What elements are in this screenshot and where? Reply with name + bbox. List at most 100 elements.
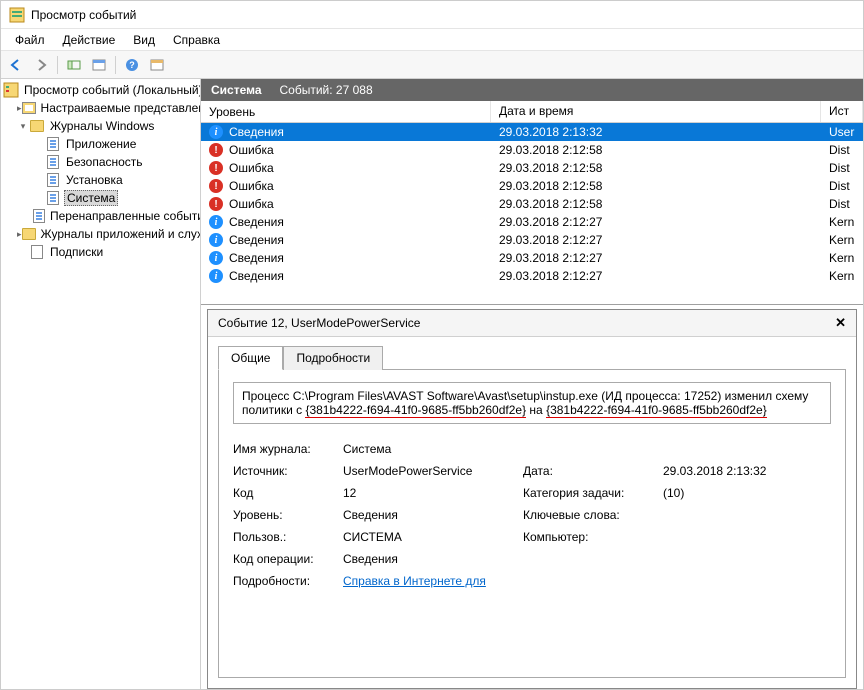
event-source-cell: Dist <box>821 176 863 196</box>
event-source-cell: Dist <box>821 194 863 214</box>
event-level-cell: iСведения <box>201 230 491 250</box>
event-source-cell: Kern <box>821 248 863 268</box>
close-icon[interactable]: ✕ <box>835 315 846 331</box>
event-date-cell: 29.03.2018 2:12:58 <box>491 194 821 214</box>
event-row[interactable]: i Сведения 29.03.2018 2:12:27Kern <box>201 267 863 285</box>
event-date-cell: 29.03.2018 2:12:27 <box>491 266 821 286</box>
tree-custom-views[interactable]: ▸ Настраиваемые представления <box>1 99 200 117</box>
menu-file[interactable]: Файл <box>7 31 53 49</box>
content-pane: Система Событий: 27 088 Уровень Дата и в… <box>201 79 863 689</box>
event-source-cell: Dist <box>821 140 863 160</box>
event-guid-2: {381b4222-f694-41f0-9685-ff5bb260df2e} <box>546 403 767 418</box>
event-level-text: Ошибка <box>229 161 274 175</box>
label-source: Источник: <box>233 464 343 478</box>
event-source-cell: Kern <box>821 212 863 232</box>
error-icon: ! <box>209 179 223 193</box>
info-icon: i <box>209 269 223 283</box>
error-icon: ! <box>209 197 223 211</box>
event-row[interactable]: iСведения29.03.2018 2:13:32User <box>201 123 863 141</box>
tree-horizontal-scrollbar[interactable] <box>1 673 200 689</box>
event-source-cell: Dist <box>821 158 863 178</box>
properties-button[interactable] <box>88 54 110 76</box>
event-level-cell: !Ошибка <box>201 176 491 196</box>
help-online-link[interactable]: Справка в Интернете для <box>343 574 486 588</box>
column-date[interactable]: Дата и время <box>491 101 821 122</box>
events-list-body[interactable]: iСведения29.03.2018 2:13:32User!Ошибка29… <box>201 123 863 288</box>
event-date-cell: 29.03.2018 2:12:58 <box>491 158 821 178</box>
tree-root[interactable]: Просмотр событий (Локальный) <box>1 81 200 99</box>
tree-label: Журналы Windows <box>48 119 156 133</box>
event-row[interactable]: !Ошибка29.03.2018 2:12:58Dist <box>201 195 863 213</box>
tree-item-forwarded[interactable]: Перенаправленные события <box>1 207 200 225</box>
event-detail-pane: Событие 12, UserModePowerService ✕ Общие… <box>201 305 863 689</box>
tree-item-setup[interactable]: Установка <box>1 171 200 189</box>
tree-app-service-logs[interactable]: ▸ Журналы приложений и служб <box>1 225 200 243</box>
tree-label: Настраиваемые представления <box>39 101 201 115</box>
event-row[interactable]: !Ошибка29.03.2018 2:12:58Dist <box>201 141 863 159</box>
event-row[interactable]: iСведения29.03.2018 2:12:27Kern <box>201 213 863 231</box>
label-keywords: Ключевые слова: <box>523 508 663 522</box>
event-source-cell: Kern <box>821 230 863 250</box>
event-properties-grid: Имя журнала: Система Источник: UserModeP… <box>233 442 831 588</box>
event-level-text: Сведения <box>229 125 284 139</box>
value-computer <box>663 530 823 544</box>
log-icon <box>45 154 61 170</box>
event-row[interactable]: iСведения29.03.2018 2:12:27Kern <box>201 231 863 249</box>
main-area: Просмотр событий (Локальный) ▸ Настраива… <box>1 79 863 689</box>
refresh-button[interactable] <box>146 54 168 76</box>
label-more: Подробности: <box>233 574 343 588</box>
tree-subscriptions[interactable]: Подписки <box>1 243 200 261</box>
event-message: Процесс C:\Program Files\AVAST Software\… <box>233 382 831 424</box>
tree-label: Приложение <box>64 137 138 151</box>
menu-help[interactable]: Справка <box>165 31 228 49</box>
tree-item-security[interactable]: Безопасность <box>1 153 200 171</box>
tree-item-application[interactable]: Приложение <box>1 135 200 153</box>
tree-item-system[interactable]: Система <box>1 189 200 207</box>
event-detail-title: Событие 12, UserModePowerService <box>218 316 420 330</box>
event-level-text: Сведения <box>229 269 284 283</box>
chevron-down-icon[interactable]: ▾ <box>17 121 29 132</box>
navigation-tree[interactable]: Просмотр событий (Локальный) ▸ Настраива… <box>1 79 201 689</box>
events-count: Событий: 27 088 <box>280 83 373 97</box>
label-computer: Компьютер: <box>523 530 663 544</box>
nav-back-button[interactable] <box>5 54 27 76</box>
tab-general[interactable]: Общие <box>218 346 283 370</box>
toolbar-separator <box>57 56 58 74</box>
log-icon <box>45 136 61 152</box>
event-row[interactable]: !Ошибка29.03.2018 2:12:58Dist <box>201 159 863 177</box>
event-source-cell: Kern <box>821 266 863 286</box>
value-log-name: Система <box>343 442 523 456</box>
menu-action[interactable]: Действие <box>55 31 124 49</box>
info-icon: i <box>209 215 223 229</box>
event-date-cell: 29.03.2018 2:12:58 <box>491 176 821 196</box>
tree-label: Журналы приложений и служб <box>39 227 201 241</box>
tree-root-label: Просмотр событий (Локальный) <box>22 83 201 97</box>
window-title: Просмотр событий <box>31 8 136 22</box>
tree-label: Безопасность <box>64 155 145 169</box>
help-button[interactable]: ? <box>121 54 143 76</box>
value-user: СИСТЕМА <box>343 530 523 544</box>
content-title: Система <box>211 83 262 97</box>
event-level-cell: !Ошибка <box>201 194 491 214</box>
tab-details[interactable]: Подробности <box>283 346 383 370</box>
label-level: Уровень: <box>233 508 343 522</box>
column-source[interactable]: Ист <box>821 101 863 122</box>
detail-tabs: Общие Подробности <box>208 337 856 369</box>
event-detail-titlebar: Событие 12, UserModePowerService ✕ <box>208 310 856 337</box>
menu-view[interactable]: Вид <box>125 31 163 49</box>
event-viewer-icon <box>3 82 19 98</box>
info-icon: i <box>209 125 223 139</box>
toolbar: ? <box>1 51 863 79</box>
label-log-name: Имя журнала: <box>233 442 343 456</box>
value-date: 29.03.2018 2:13:32 <box>663 464 823 478</box>
event-row[interactable]: !Ошибка29.03.2018 2:12:58Dist <box>201 177 863 195</box>
event-row[interactable]: iСведения29.03.2018 2:12:27Kern <box>201 249 863 267</box>
nav-forward-button[interactable] <box>30 54 52 76</box>
event-level-text: Сведения <box>229 251 284 265</box>
show-hide-pane-button[interactable] <box>63 54 85 76</box>
column-level[interactable]: Уровень <box>201 101 491 122</box>
content-header: Система Событий: 27 088 <box>201 79 863 101</box>
event-level-text: Сведения <box>229 215 284 229</box>
events-horizontal-scrollbar[interactable] <box>201 288 863 304</box>
tree-windows-logs[interactable]: ▾ Журналы Windows <box>1 117 200 135</box>
